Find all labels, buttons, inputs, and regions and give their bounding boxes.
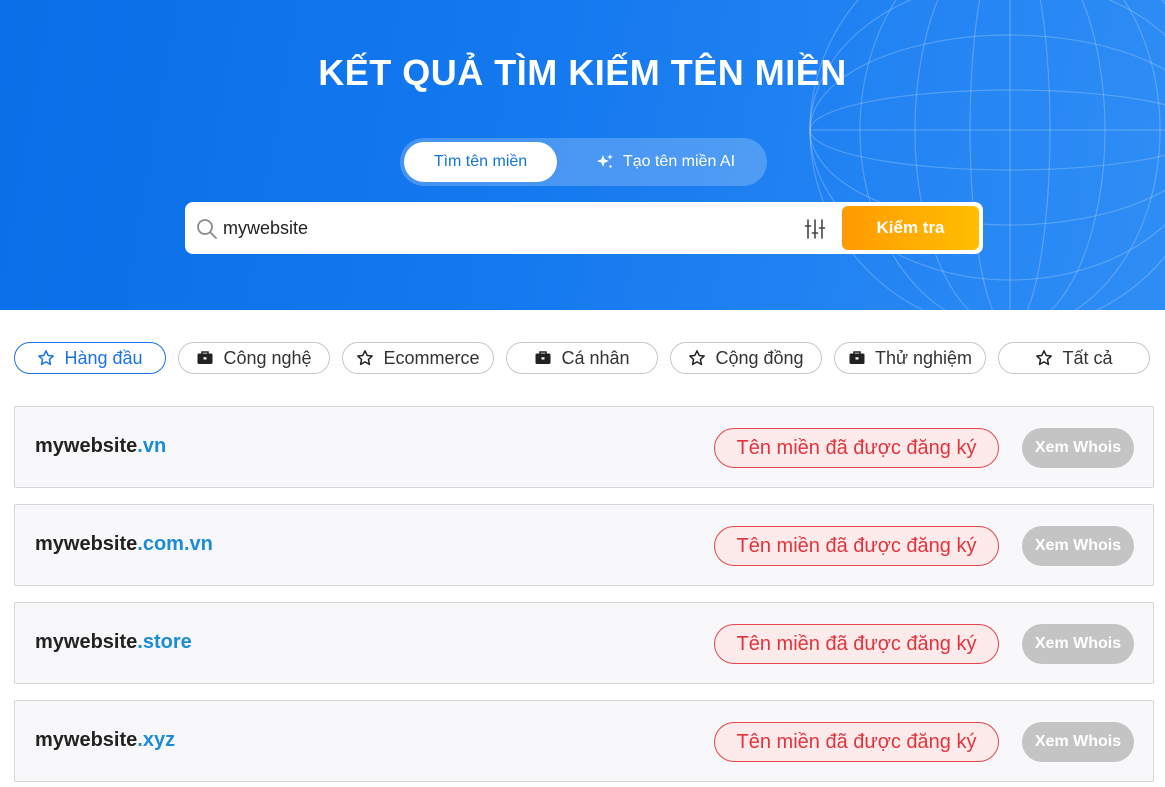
category-chip-technology[interactable]: Công nghệ xyxy=(178,342,330,374)
globe-graphic xyxy=(809,0,1165,310)
domain-base: mywebsite xyxy=(35,435,138,457)
category-chip-label: Cá nhân xyxy=(561,347,630,368)
domain-base: mywebsite xyxy=(35,729,138,751)
status-badge-registered: Tên miền đã được đăng ký xyxy=(714,722,999,762)
status-badge-registered: Tên miền đã được đăng ký xyxy=(714,428,999,468)
view-whois-button[interactable]: Xem Whois xyxy=(1022,526,1134,566)
hero-banner: KẾT QUẢ TÌM KIẾM TÊN MIỀN Tìm tên miền T… xyxy=(0,0,1165,310)
category-chip-label: Thử nghiệm xyxy=(874,347,973,368)
category-chip-label: Cộng đồng xyxy=(715,347,804,368)
domain-result-row: mywebsite.com.vn Tên miền đã được đăng k… xyxy=(14,504,1154,586)
category-chip-label: Tất cả xyxy=(1062,347,1113,368)
category-chip-community[interactable]: Cộng đồng xyxy=(670,342,822,374)
sparkle-icon xyxy=(596,154,613,168)
view-whois-button[interactable]: Xem Whois xyxy=(1022,428,1134,468)
domain-name: mywebsite.com.vn xyxy=(35,533,213,556)
filter-sliders-icon[interactable] xyxy=(804,218,826,240)
domain-base: mywebsite xyxy=(35,631,138,653)
check-button[interactable]: Kiểm tra xyxy=(842,206,979,250)
category-chip-ecommerce[interactable]: Ecommerce xyxy=(342,342,494,374)
domain-search-bar: Kiểm tra xyxy=(185,202,983,254)
domain-name: mywebsite.xyz xyxy=(35,729,175,752)
category-chip-label: Hàng đầu xyxy=(64,347,143,368)
star-icon xyxy=(357,350,374,366)
tab-ai-domain-label: Tạo tên miền AI xyxy=(622,153,736,170)
category-chip-label: Ecommerce xyxy=(383,347,480,368)
category-chip-all[interactable]: Tất cả xyxy=(998,342,1150,374)
tab-find-domain[interactable]: Tìm tên miền xyxy=(404,142,557,182)
category-chip-top[interactable]: Hàng đầu xyxy=(14,342,166,374)
status-badge-registered: Tên miền đã được đăng ký xyxy=(714,526,999,566)
category-filter-bar: Hàng đầu Công nghệ Ecommerce Cá nhân Cộn… xyxy=(14,342,1154,374)
domain-tld: .vn xyxy=(137,435,167,457)
domain-result-row: mywebsite.store Tên miền đã được đăng ký… xyxy=(14,602,1154,684)
search-mode-switch: Tìm tên miền Tạo tên miền AI xyxy=(400,138,767,186)
category-chip-label: Công nghệ xyxy=(223,347,312,368)
domain-tld: .store xyxy=(137,631,192,653)
briefcase-icon xyxy=(197,351,213,364)
briefcase-icon xyxy=(535,351,551,364)
status-badge-registered: Tên miền đã được đăng ký xyxy=(714,624,999,664)
domain-name: mywebsite.vn xyxy=(35,435,166,458)
search-icon xyxy=(197,219,217,239)
star-icon xyxy=(689,350,706,366)
star-icon xyxy=(1036,350,1053,366)
view-whois-button[interactable]: Xem Whois xyxy=(1022,624,1134,664)
category-chip-experimental[interactable]: Thử nghiệm xyxy=(834,342,986,374)
star-icon xyxy=(38,350,55,366)
domain-search-input[interactable] xyxy=(223,214,783,242)
briefcase-icon xyxy=(849,351,865,364)
category-chip-personal[interactable]: Cá nhân xyxy=(506,342,658,374)
domain-result-row: mywebsite.vn Tên miền đã được đăng ký Xe… xyxy=(14,406,1154,488)
domain-tld: .com.vn xyxy=(137,533,213,555)
domain-base: mywebsite xyxy=(35,533,138,555)
domain-tld: .xyz xyxy=(137,729,176,751)
view-whois-button[interactable]: Xem Whois xyxy=(1022,722,1134,762)
page-title: KẾT QUẢ TÌM KIẾM TÊN MIỀN xyxy=(318,52,847,93)
tab-find-domain-label: Tìm tên miền xyxy=(433,153,528,170)
tab-ai-domain[interactable]: Tạo tên miền AI xyxy=(570,142,760,182)
domain-result-row: mywebsite.xyz Tên miền đã được đăng ký X… xyxy=(14,700,1154,782)
domain-name: mywebsite.store xyxy=(35,631,192,654)
